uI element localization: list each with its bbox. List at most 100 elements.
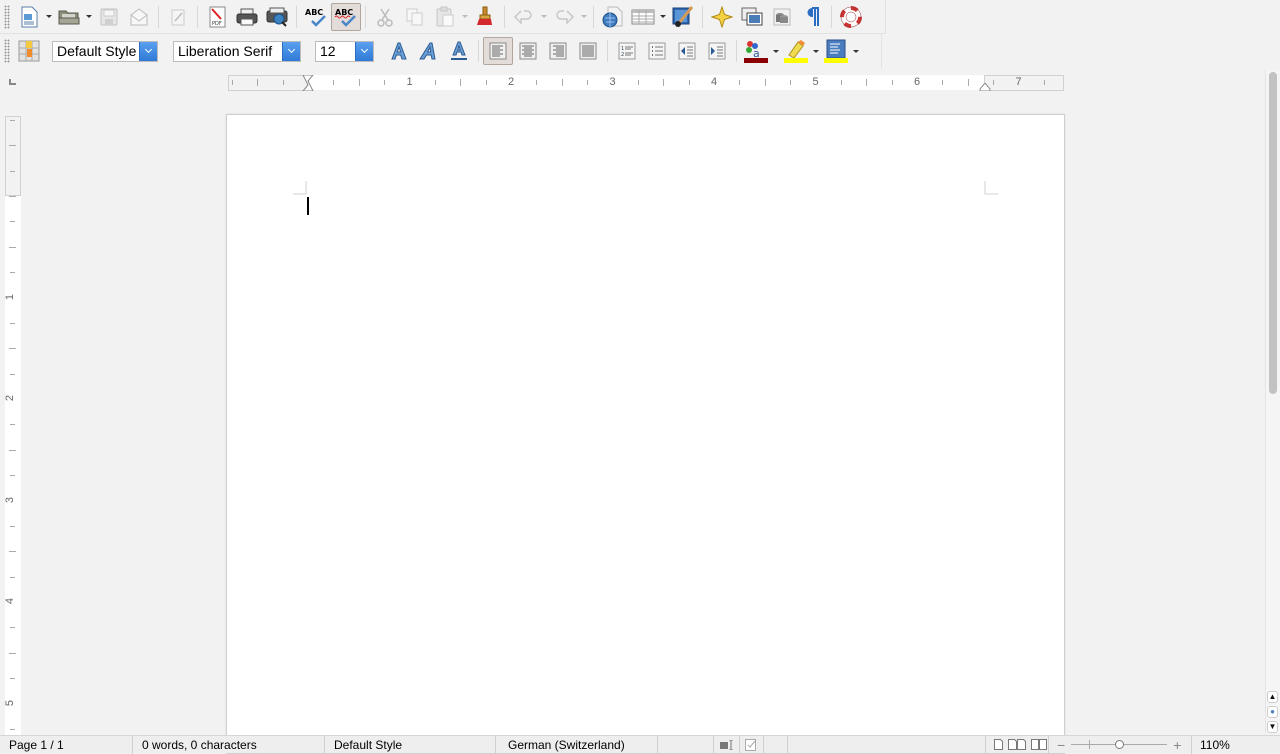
ruler-number: 3 [609, 76, 616, 88]
save-button[interactable] [94, 3, 124, 31]
font-size-combo[interactable]: 12 [315, 40, 374, 62]
font-name-value[interactable]: Liberation Serif [174, 43, 282, 59]
zoom-out-icon[interactable]: − [1057, 737, 1065, 753]
font-color-button[interactable]: a [741, 37, 771, 65]
previous-page-button[interactable]: ▲ [1267, 691, 1278, 703]
numbering-button[interactable]: 12 [612, 37, 642, 65]
next-page-button[interactable]: ▼ [1267, 721, 1278, 733]
font-size-dropdown-button[interactable] [355, 41, 373, 61]
new-document-button[interactable] [14, 3, 44, 31]
background-color-dropdown-arrow[interactable] [851, 37, 861, 65]
italic-button[interactable] [414, 37, 444, 65]
open-dropdown-arrow[interactable] [84, 3, 94, 31]
email-button[interactable] [124, 3, 154, 31]
separator [365, 5, 366, 28]
increase-indent-button[interactable] [702, 37, 732, 65]
highlighting-dropdown-arrow[interactable] [811, 37, 821, 65]
data-sources-button[interactable] [767, 3, 797, 31]
spelling-button[interactable]: ABC [301, 3, 331, 31]
status-document-modified[interactable] [740, 735, 764, 754]
zoom-slider[interactable]: − + [1049, 735, 1192, 754]
open-button[interactable] [54, 3, 84, 31]
right-indent-marker[interactable] [979, 83, 991, 91]
multi-page-view-icon[interactable] [1008, 739, 1026, 750]
justify-button[interactable] [573, 37, 603, 65]
horizontal-ruler[interactable]: 1 2 3 4 5 6 7 [228, 74, 1064, 91]
status-language[interactable]: German (Switzerland) [496, 735, 658, 754]
cut-button[interactable] [370, 3, 400, 31]
clone-formatting-button[interactable] [470, 3, 500, 31]
print-button[interactable] [232, 3, 262, 31]
navigator-button[interactable] [707, 3, 737, 31]
single-page-view-icon[interactable] [994, 739, 1003, 750]
edit-file-button[interactable] [163, 3, 193, 31]
font-name-dropdown-button[interactable] [282, 41, 300, 61]
scrollbar-thumb[interactable] [1269, 72, 1277, 394]
draw-functions-button[interactable] [668, 3, 698, 31]
font-name-combo[interactable]: Liberation Serif [173, 40, 301, 62]
separator [607, 40, 608, 62]
pilcrow-icon [807, 6, 819, 26]
table-dropdown-arrow[interactable] [658, 3, 668, 31]
zoom-in-icon[interactable]: + [1173, 737, 1181, 753]
formatting-toolbar: Default Style Liberation Serif 12 12 a [0, 34, 882, 68]
vertical-scrollbar[interactable] [1265, 70, 1280, 733]
align-center-button[interactable] [513, 37, 543, 65]
paragraph-style-dropdown-button[interactable] [139, 41, 157, 61]
navigation-browse-button[interactable]: ● [1267, 706, 1278, 718]
status-zoom-percent[interactable]: 110% [1192, 736, 1230, 754]
underline-button[interactable] [444, 37, 474, 65]
font-size-value[interactable]: 12 [316, 43, 355, 59]
status-word-count[interactable]: 0 words, 0 characters [133, 735, 325, 754]
zoom-slider-knob[interactable] [1115, 739, 1125, 749]
hyperlink-button[interactable] [598, 3, 628, 31]
paste-dropdown-arrow[interactable] [460, 3, 470, 31]
font-color-dropdown-arrow[interactable] [771, 37, 781, 65]
ruler-tick [663, 79, 665, 86]
data-sources-icon [773, 8, 791, 25]
paragraph-style-value[interactable]: Default Style [53, 43, 139, 59]
tab-stop-selector[interactable] [9, 79, 16, 85]
autospellcheck-button[interactable]: ABC [331, 2, 361, 31]
new-dropdown-arrow[interactable] [44, 3, 54, 31]
separator [831, 5, 832, 28]
align-left-button[interactable] [483, 37, 513, 65]
undo-button[interactable] [509, 3, 539, 31]
toolbar-grip[interactable] [4, 4, 10, 29]
ruler-tick [10, 475, 15, 477]
paste-button[interactable] [430, 3, 460, 31]
status-selection-mode[interactable] [714, 735, 740, 754]
copy-button[interactable] [400, 3, 430, 31]
undo-dropdown-arrow[interactable] [539, 3, 549, 31]
vertical-ruler[interactable]: 1 2 3 4 5 [4, 116, 21, 736]
highlighting-button[interactable] [781, 37, 811, 65]
ruler-tick [536, 80, 538, 85]
bullets-button[interactable] [642, 37, 672, 65]
paragraph-style-combo[interactable]: Default Style [52, 40, 158, 62]
status-view-layout [986, 735, 1049, 754]
align-right-button[interactable] [543, 37, 573, 65]
help-button[interactable] [836, 3, 866, 31]
formatting-marks-button[interactable] [797, 3, 827, 31]
status-page-style[interactable]: Default Style [325, 735, 496, 754]
status-insert-mode[interactable] [658, 735, 714, 754]
background-color-button[interactable] [821, 37, 851, 65]
redo-dropdown-arrow[interactable] [579, 3, 589, 31]
status-digital-signature[interactable] [764, 735, 788, 754]
decrease-indent-button[interactable] [672, 37, 702, 65]
redo-button[interactable] [549, 3, 579, 31]
book-view-icon[interactable] [1031, 739, 1047, 750]
folder-icon [58, 10, 80, 24]
gallery-button[interactable] [737, 3, 767, 31]
print-preview-button[interactable] [262, 3, 292, 31]
toolbar-grip[interactable] [4, 39, 10, 63]
indent-marker[interactable] [302, 75, 314, 91]
styles-formatting-button[interactable] [14, 37, 44, 65]
export-pdf-button[interactable]: PDF [202, 3, 232, 31]
svg-text:ABC: ABC [335, 8, 353, 17]
status-page[interactable]: Page 1 / 1 [0, 735, 133, 754]
save-icon [100, 8, 118, 25]
table-button[interactable] [628, 3, 658, 31]
document-page[interactable] [226, 114, 1065, 754]
bold-button[interactable] [384, 37, 414, 65]
